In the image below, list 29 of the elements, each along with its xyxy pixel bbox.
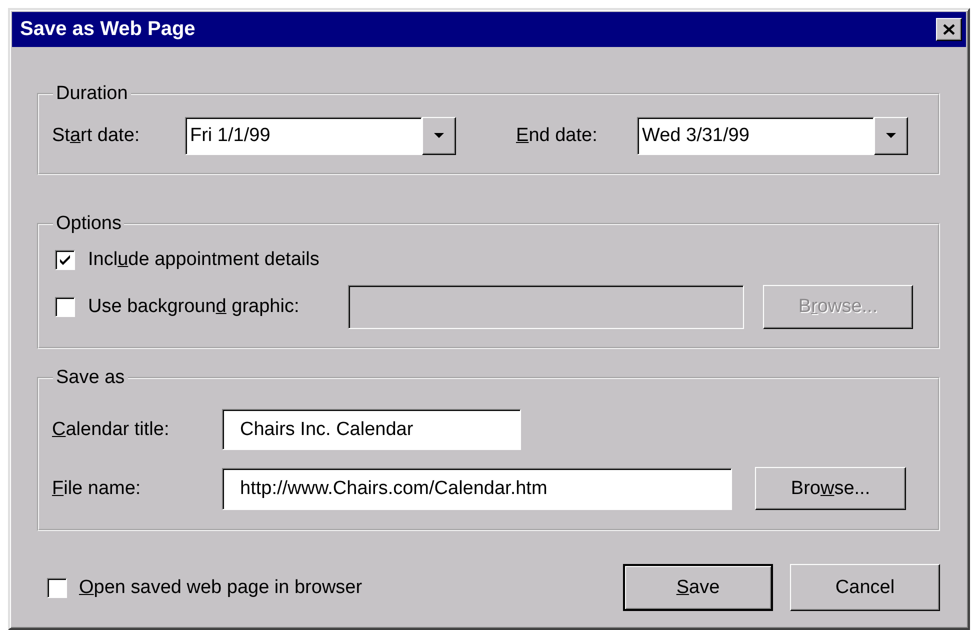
checkbox-label: Open saved web page in browser — [79, 576, 362, 598]
group-title: Save as — [55, 367, 126, 389]
date-field[interactable]: Fri 1/1/99 — [185, 117, 422, 155]
group-title: Duration — [55, 83, 129, 105]
start-date-label: Start date: — [52, 125, 141, 147]
caret-icon — [886, 133, 896, 139]
checkbox-label: Use background graphic: — [88, 296, 300, 318]
checkbox[interactable] — [55, 250, 75, 270]
caret-icon — [434, 133, 444, 139]
calendar-title-label: Calendar title: — [52, 418, 170, 440]
dropdown-button[interactable] — [874, 117, 908, 155]
close-icon — [943, 24, 955, 35]
close-button[interactable] — [936, 18, 962, 41]
end-date-label: End date: — [516, 125, 598, 147]
dropdown-button[interactable] — [422, 117, 456, 155]
date-field[interactable]: Wed 3/31/99 — [637, 117, 874, 155]
browse-button: Browse... — [763, 285, 913, 329]
file-name-label: File name: — [52, 478, 142, 500]
checkbox[interactable] — [55, 297, 75, 317]
checkbox-label: Include appointment details — [88, 249, 320, 271]
title-field[interactable]: Chairs Inc. Calendar — [222, 409, 521, 450]
checkbox[interactable] — [47, 578, 67, 598]
cancel-button[interactable]: Cancel — [790, 564, 940, 611]
window-title: Save as Web Page — [20, 18, 196, 41]
file-name-field[interactable]: http://www.Chairs.com/Calendar.htm — [222, 468, 732, 510]
graphic-field[interactable] — [348, 285, 744, 329]
save-button[interactable]: Save — [623, 564, 773, 611]
browse-button[interactable]: Browse... — [755, 467, 906, 510]
group-title: Options — [55, 213, 122, 235]
